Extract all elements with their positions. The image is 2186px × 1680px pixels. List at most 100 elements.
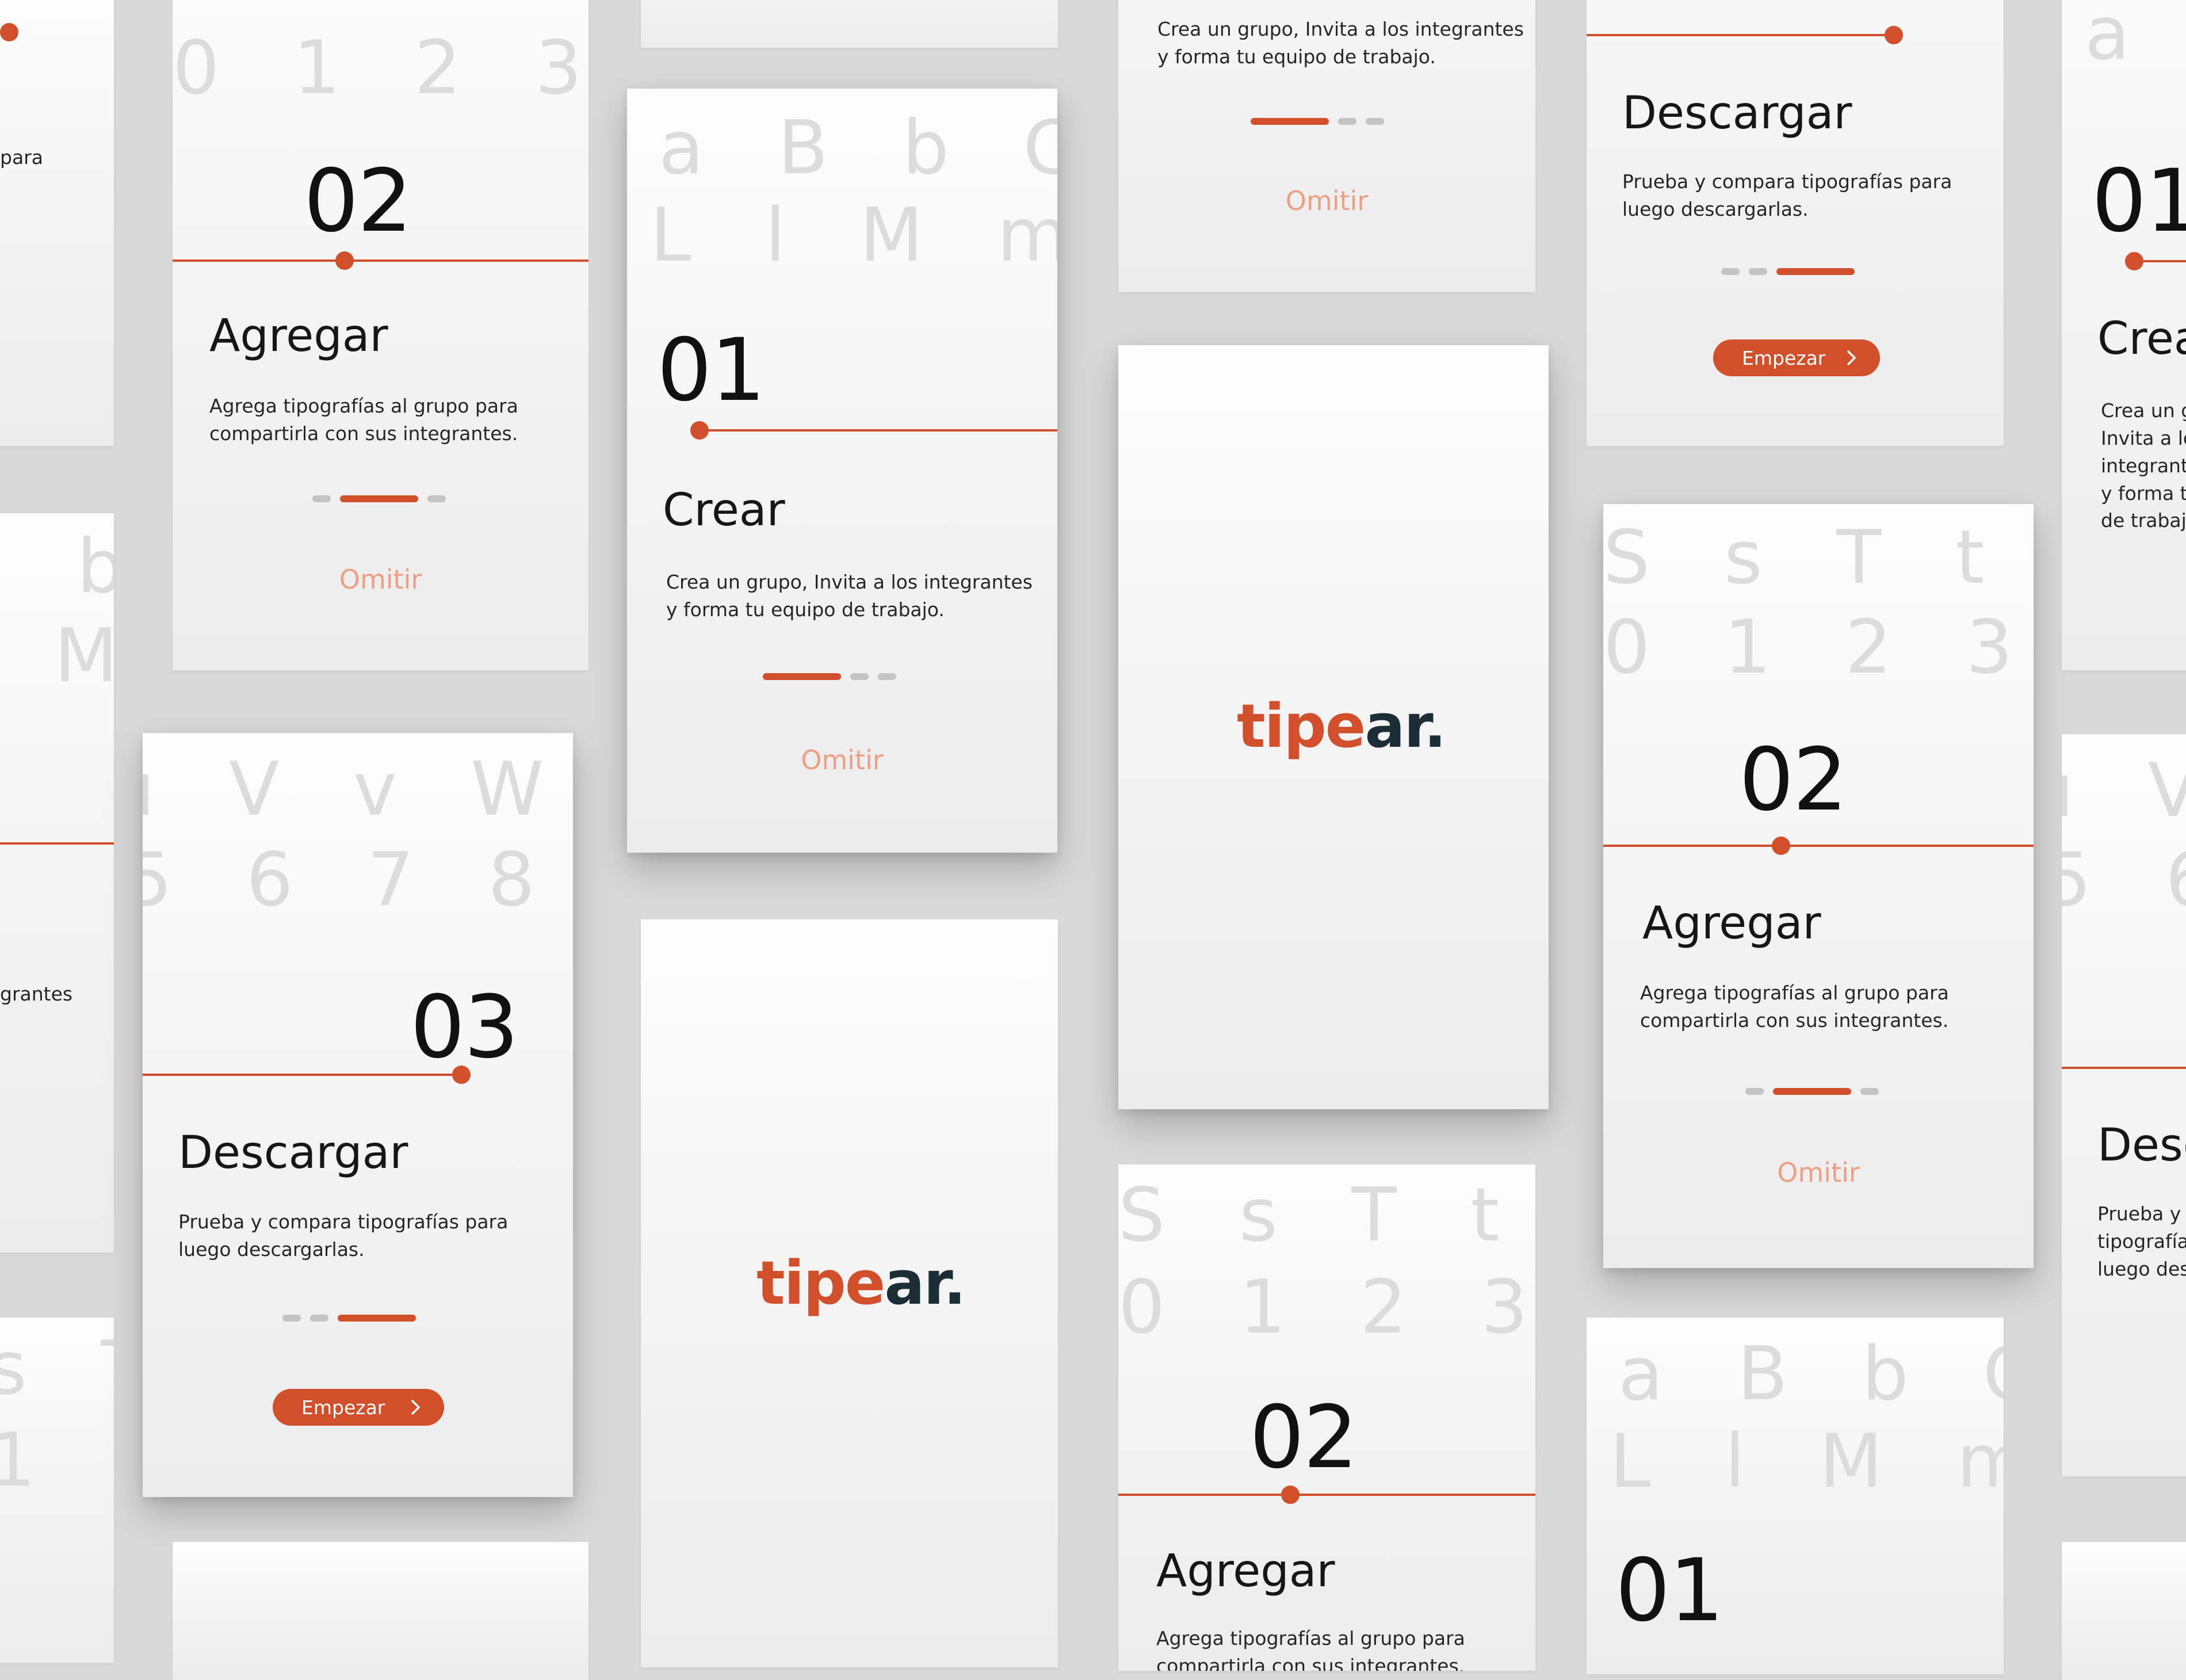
app-logo: tipear. bbox=[756, 1248, 966, 1318]
glyph-row: a B b C c bbox=[1618, 1331, 2004, 1417]
progress-line bbox=[1603, 845, 2034, 847]
start-button-label: Empezar bbox=[1742, 346, 1826, 369]
page-indicator-active bbox=[1776, 268, 1855, 275]
screen-card-left-bottom: S s T t U u 0 1 2 3 4 5 bbox=[0, 1318, 114, 1663]
onboarding-step2-card-right: S s T t U u 0 1 2 3 4 5 02 Agregar Agreg… bbox=[1603, 504, 2034, 1268]
start-button-label: Empezar bbox=[301, 1396, 385, 1419]
glyph-row: 0 1 2 3 4 5 bbox=[1603, 605, 2034, 690]
step-title: Crear bbox=[2097, 313, 2186, 365]
glyph-row: 0 1 2 3 4 5 bbox=[1118, 1265, 1535, 1350]
step-number: 01 bbox=[657, 320, 766, 421]
step-description: Crea un grupo, Invita a los integrantes … bbox=[666, 571, 1033, 621]
glyph-row: L l M m N bbox=[650, 193, 1057, 278]
step-title: Descargar bbox=[178, 1127, 408, 1179]
page-indicator bbox=[1860, 1088, 1879, 1095]
step-number: 03 bbox=[410, 978, 519, 1078]
page-indicator bbox=[1366, 118, 1384, 125]
progress-line bbox=[1587, 34, 1901, 36]
step-description: Prueba y compara tipografías para luego … bbox=[2097, 1202, 2186, 1280]
onboarding-step1-card: a B b C c L l M m N 01 Crear Crea un gru… bbox=[627, 89, 1057, 853]
progress-line bbox=[1118, 1494, 1535, 1496]
skip-button[interactable]: Omitir bbox=[1603, 1157, 2034, 1188]
page-indicator bbox=[1338, 118, 1356, 125]
progress-dot bbox=[2125, 252, 2143, 270]
glyph-row: 5 6 7 8 9 . bbox=[143, 837, 573, 923]
progress-line bbox=[2062, 1067, 2186, 1069]
progress-dot bbox=[690, 421, 709, 440]
step-title: Descargar bbox=[2097, 1120, 2186, 1171]
app-logo: tipear. bbox=[1237, 691, 1447, 761]
step-description: Agrega tipografías al grupo para compart… bbox=[1640, 982, 1949, 1032]
chevron-right-icon bbox=[1847, 350, 1856, 365]
step-number: 03 bbox=[1845, 0, 1954, 3]
page-indicator bbox=[1749, 268, 1767, 275]
skip-button[interactable]: Omitir bbox=[627, 744, 1057, 776]
onboarding-step1-card-edge: a L 01 Crear Crea un grupo, Invita a los… bbox=[2062, 0, 2186, 670]
skip-button[interactable]: Omitir bbox=[1118, 185, 1535, 216]
step-description: Agrega tipografías al grupo para compart… bbox=[1156, 1627, 1465, 1671]
page-indicator-active bbox=[340, 495, 418, 502]
progress-dot bbox=[1885, 26, 1903, 44]
progress-dot bbox=[0, 23, 18, 41]
glyph-row: 5 6 7 8 9 . bbox=[2062, 837, 2186, 923]
start-button[interactable]: Empezar bbox=[1713, 339, 1880, 376]
chevron-right-icon bbox=[411, 1400, 420, 1415]
page-indicator bbox=[850, 673, 869, 680]
skip-button[interactable]: Omitir bbox=[173, 564, 588, 595]
screen-card-col2-bottom bbox=[173, 1542, 588, 1680]
page-indicator bbox=[878, 673, 896, 680]
glyph-row: 0 1 2 3 4 5 bbox=[173, 25, 588, 111]
step-description: Prueba y compara tipografías para luego … bbox=[1622, 170, 1952, 220]
glyph-row: S s T t U u bbox=[1118, 1173, 1535, 1258]
page-indicator bbox=[312, 495, 331, 502]
onboarding-step3-card-top: 03 Descargar Prueba y compara tipografía… bbox=[1587, 0, 2004, 446]
onboarding-step3-card-edge: u V v W w X 5 6 7 8 9 . Descargar Prueba… bbox=[2062, 734, 2186, 1476]
onboarding-step2-card-lower: S s T t U u 0 1 2 3 4 5 02 Agregar Agreg… bbox=[1118, 1164, 1535, 1671]
pagination-dots bbox=[1745, 1088, 1879, 1095]
page-indicator-active bbox=[763, 673, 841, 680]
progress-dot bbox=[1772, 837, 1790, 855]
page-indicator bbox=[282, 1315, 301, 1322]
glyph-row: u V v W w X bbox=[143, 747, 573, 833]
screen-card-left-mid: a B b C c L l M m N grantes bbox=[0, 513, 114, 1253]
onboarding-step2-card: S s T t U u 0 1 2 3 4 5 02 Agregar Agreg… bbox=[173, 0, 588, 670]
step-number: 01 bbox=[1615, 1541, 1724, 1641]
glyph-row: a B b C c bbox=[0, 530, 114, 604]
glyph-row: a L bbox=[2085, 0, 2186, 77]
step-description-partial: grantes bbox=[0, 983, 73, 1005]
page-indicator bbox=[1745, 1088, 1764, 1095]
pagination-dots bbox=[1251, 118, 1384, 125]
step-number: 02 bbox=[1739, 730, 1848, 830]
progress-line bbox=[0, 842, 114, 845]
step-description-partial: para bbox=[0, 146, 43, 169]
page-indicator bbox=[427, 495, 446, 502]
step-description: Prueba y compara tipografías para luego … bbox=[178, 1211, 509, 1261]
start-button[interactable]: Empezar bbox=[273, 1389, 444, 1426]
step-number: 02 bbox=[304, 151, 412, 251]
page-indicator-active bbox=[1773, 1088, 1851, 1095]
glyph-row: S s T t U u bbox=[0, 1326, 114, 1411]
step-title: Descargar bbox=[1622, 87, 1852, 139]
progress-line bbox=[143, 1074, 471, 1076]
onboarding-step3-card: u V v W w X 5 6 7 8 9 . 03 Descargar Pru… bbox=[143, 733, 573, 1497]
progress-line bbox=[173, 259, 588, 262]
page-indicator bbox=[1721, 268, 1740, 275]
progress-dot bbox=[1281, 1486, 1300, 1504]
onboarding-step1-card-lower: a B b C c L l M m N 01 bbox=[1587, 1318, 2004, 1674]
progress-dot bbox=[335, 251, 354, 270]
screen-card-col3-top bbox=[641, 0, 1058, 48]
glyph-row: L l M m N bbox=[0, 613, 114, 699]
glyph-row: u V v W w X bbox=[2062, 754, 2186, 828]
glyph-row: S s T t U u bbox=[1603, 515, 2034, 601]
splash-screen-card-main: tipear. bbox=[1118, 345, 1549, 1109]
step-title: Agregar bbox=[1642, 898, 1821, 949]
step-description: Agrega tipografías al grupo para compart… bbox=[209, 395, 518, 445]
step-title: Agregar bbox=[209, 310, 388, 362]
screen-card-left-top: para bbox=[0, 0, 114, 446]
step-description: Crea un grupo, Invita a los integrantes … bbox=[1157, 18, 1524, 68]
pagination-dots bbox=[763, 673, 896, 680]
progress-dot bbox=[452, 1066, 471, 1084]
pagination-dots bbox=[312, 495, 446, 502]
glyph-row: 0 1 2 3 4 5 bbox=[0, 1418, 114, 1503]
splash-screen-card: tipear. bbox=[641, 919, 1058, 1667]
